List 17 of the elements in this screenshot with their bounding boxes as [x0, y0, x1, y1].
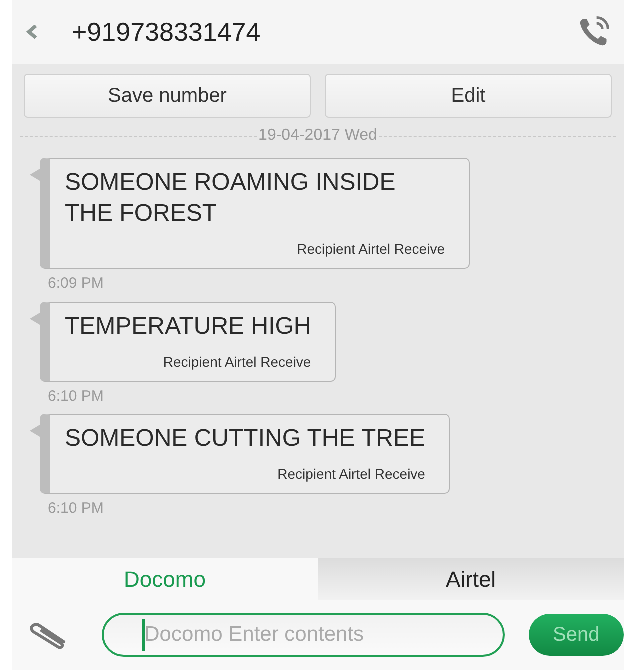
message-time: 6:09 PM — [48, 274, 104, 294]
message-input[interactable]: Docomo Enter contents — [102, 613, 505, 657]
message-time: 6:10 PM — [48, 499, 104, 519]
message-status: Recipient Airtel Receive — [276, 465, 426, 484]
action-button[interactable]: Edit — [325, 74, 612, 118]
sim-tab[interactable]: Airtel — [318, 558, 624, 600]
date-divider: 19-04-2017 Wed — [258, 126, 378, 146]
message-text: SOMEONE ROAMING INSIDE THE FOREST — [65, 168, 397, 229]
message-time: 6:10 PM — [48, 386, 104, 406]
message-input-field[interactable]: Docomo Enter contents — [142, 619, 503, 651]
contact-number: +919738331474 — [72, 16, 262, 48]
message-status: Recipient Airtel Receive — [162, 352, 312, 372]
action-button[interactable]: Save number — [24, 74, 311, 118]
back-icon — [26, 25, 38, 39]
message-status: Recipient Airtel Receive — [296, 240, 445, 259]
message-text: TEMPERATURE HIGH — [65, 312, 312, 342]
message-text: SOMEONE CUTTING THE TREE — [65, 424, 426, 454]
